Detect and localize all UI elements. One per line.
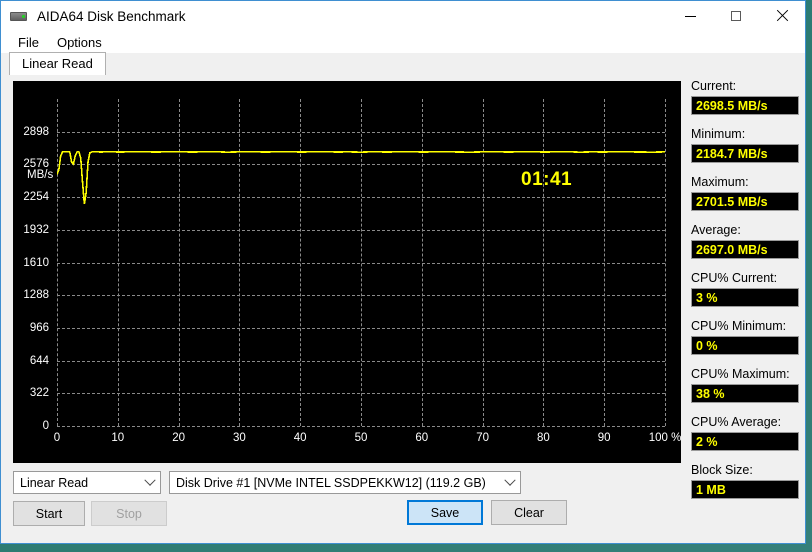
y-axis-tick-label: 1932 xyxy=(23,224,49,236)
disk-drive-icon xyxy=(9,8,29,24)
stat-value: 2697.0 MB/s xyxy=(692,243,768,257)
y-axis-tick-label: 322 xyxy=(30,387,49,399)
stat-label: CPU% Minimum: xyxy=(691,319,799,333)
y-axis-tick-label: 1288 xyxy=(23,289,49,301)
menu-item-options[interactable]: Options xyxy=(48,33,111,52)
stat-value-box: 1 MB xyxy=(691,480,799,499)
window-controls xyxy=(667,1,805,31)
gridline-vertical xyxy=(665,99,666,426)
plot-area: 0322644966128816101932225425762898010203… xyxy=(57,99,665,426)
stop-button: Stop xyxy=(91,501,167,526)
clear-button[interactable]: Clear xyxy=(491,500,567,525)
stat-label: Block Size: xyxy=(691,463,799,477)
y-axis-tick-label: 966 xyxy=(30,322,49,334)
stat-value: 2701.5 MB/s xyxy=(692,195,768,209)
disk-drive-select[interactable]: Disk Drive #1 [NVMe INTEL SSDPEKKW12] (1… xyxy=(169,471,521,494)
save-button[interactable]: Save xyxy=(407,500,483,525)
x-axis-tick-label: 70 xyxy=(476,432,489,444)
title-bar: AIDA64 Disk Benchmark xyxy=(1,1,805,31)
minimize-button[interactable] xyxy=(667,1,713,31)
stat-value-box: 0 % xyxy=(691,336,799,355)
x-axis-tick-label: 20 xyxy=(172,432,185,444)
stat-value-box: 2 % xyxy=(691,432,799,451)
maximize-icon xyxy=(731,11,741,21)
y-axis-tick-label: 0 xyxy=(43,420,49,432)
stat-value: 2184.7 MB/s xyxy=(692,147,768,161)
minimize-icon xyxy=(685,16,696,17)
stat-value: 1 MB xyxy=(692,483,726,497)
menu-item-file[interactable]: File xyxy=(9,33,48,52)
y-axis-tick-label: 2254 xyxy=(23,191,49,203)
stat-label: Minimum: xyxy=(691,127,799,141)
x-axis-tick-label: 90 xyxy=(598,432,611,444)
stat-label: Maximum: xyxy=(691,175,799,189)
stat-value: 38 % xyxy=(692,387,725,401)
start-button[interactable]: Start xyxy=(13,501,85,526)
stat-value-box: 2701.5 MB/s xyxy=(691,192,799,211)
stat-label: CPU% Maximum: xyxy=(691,367,799,381)
x-axis-tick-label: 0 xyxy=(54,432,60,444)
screen: AIDA64 Disk Benchmark File Options Linea… xyxy=(0,0,812,552)
disk-drive-value: Disk Drive #1 [NVMe INTEL SSDPEKKW12] (1… xyxy=(170,476,500,490)
close-icon xyxy=(776,10,788,22)
stat-label: CPU% Average: xyxy=(691,415,799,429)
menu-bar: File Options xyxy=(1,31,805,53)
x-axis-tick-label: 80 xyxy=(537,432,550,444)
y-axis-tick-label: 1610 xyxy=(23,257,49,269)
x-axis-tick-label: 30 xyxy=(233,432,246,444)
stat-value: 2698.5 MB/s xyxy=(692,99,768,113)
window-title: AIDA64 Disk Benchmark xyxy=(37,9,186,24)
chevron-down-icon xyxy=(500,479,520,487)
stat-label: Average: xyxy=(691,223,799,237)
stat-value-box: 2698.5 MB/s xyxy=(691,96,799,115)
stat-value-box: 2184.7 MB/s xyxy=(691,144,799,163)
stat-value-box: 38 % xyxy=(691,384,799,403)
x-axis-tick-label: 50 xyxy=(355,432,368,444)
x-axis-tick-label: 100 % xyxy=(649,432,681,444)
maximize-button[interactable] xyxy=(713,1,759,31)
gridline-horizontal xyxy=(57,426,665,427)
y-axis-tick-label: 2576 xyxy=(23,158,49,170)
tab-strip: Linear Read xyxy=(9,53,106,75)
series-line xyxy=(57,99,665,426)
y-axis-tick-label: 644 xyxy=(30,355,49,367)
benchmark-mode-select[interactable]: Linear Read xyxy=(13,471,161,494)
x-axis-tick-label: 10 xyxy=(111,432,124,444)
benchmark-chart: MB/s 01:41 03226449661288161019322254257… xyxy=(13,81,681,463)
y-axis-unit-label: MB/s xyxy=(27,169,53,181)
stat-value: 2 % xyxy=(692,435,718,449)
tab-linear-read[interactable]: Linear Read xyxy=(9,52,106,75)
stat-value-box: 3 % xyxy=(691,288,799,307)
y-axis-tick-label: 2898 xyxy=(23,126,49,138)
stat-label: Current: xyxy=(691,79,799,93)
stat-value-box: 2697.0 MB/s xyxy=(691,240,799,259)
chevron-down-icon xyxy=(140,479,160,487)
benchmark-mode-value: Linear Read xyxy=(14,476,140,490)
stat-value: 3 % xyxy=(692,291,718,305)
close-button[interactable] xyxy=(759,1,805,31)
x-axis-tick-label: 40 xyxy=(294,432,307,444)
stat-value: 0 % xyxy=(692,339,718,353)
app-window: AIDA64 Disk Benchmark File Options Linea… xyxy=(0,0,806,544)
stat-label: CPU% Current: xyxy=(691,271,799,285)
statistics-panel: Current: 2698.5 MB/s Minimum: 2184.7 MB/s Ma… xyxy=(691,79,799,511)
x-axis-tick-label: 60 xyxy=(415,432,428,444)
